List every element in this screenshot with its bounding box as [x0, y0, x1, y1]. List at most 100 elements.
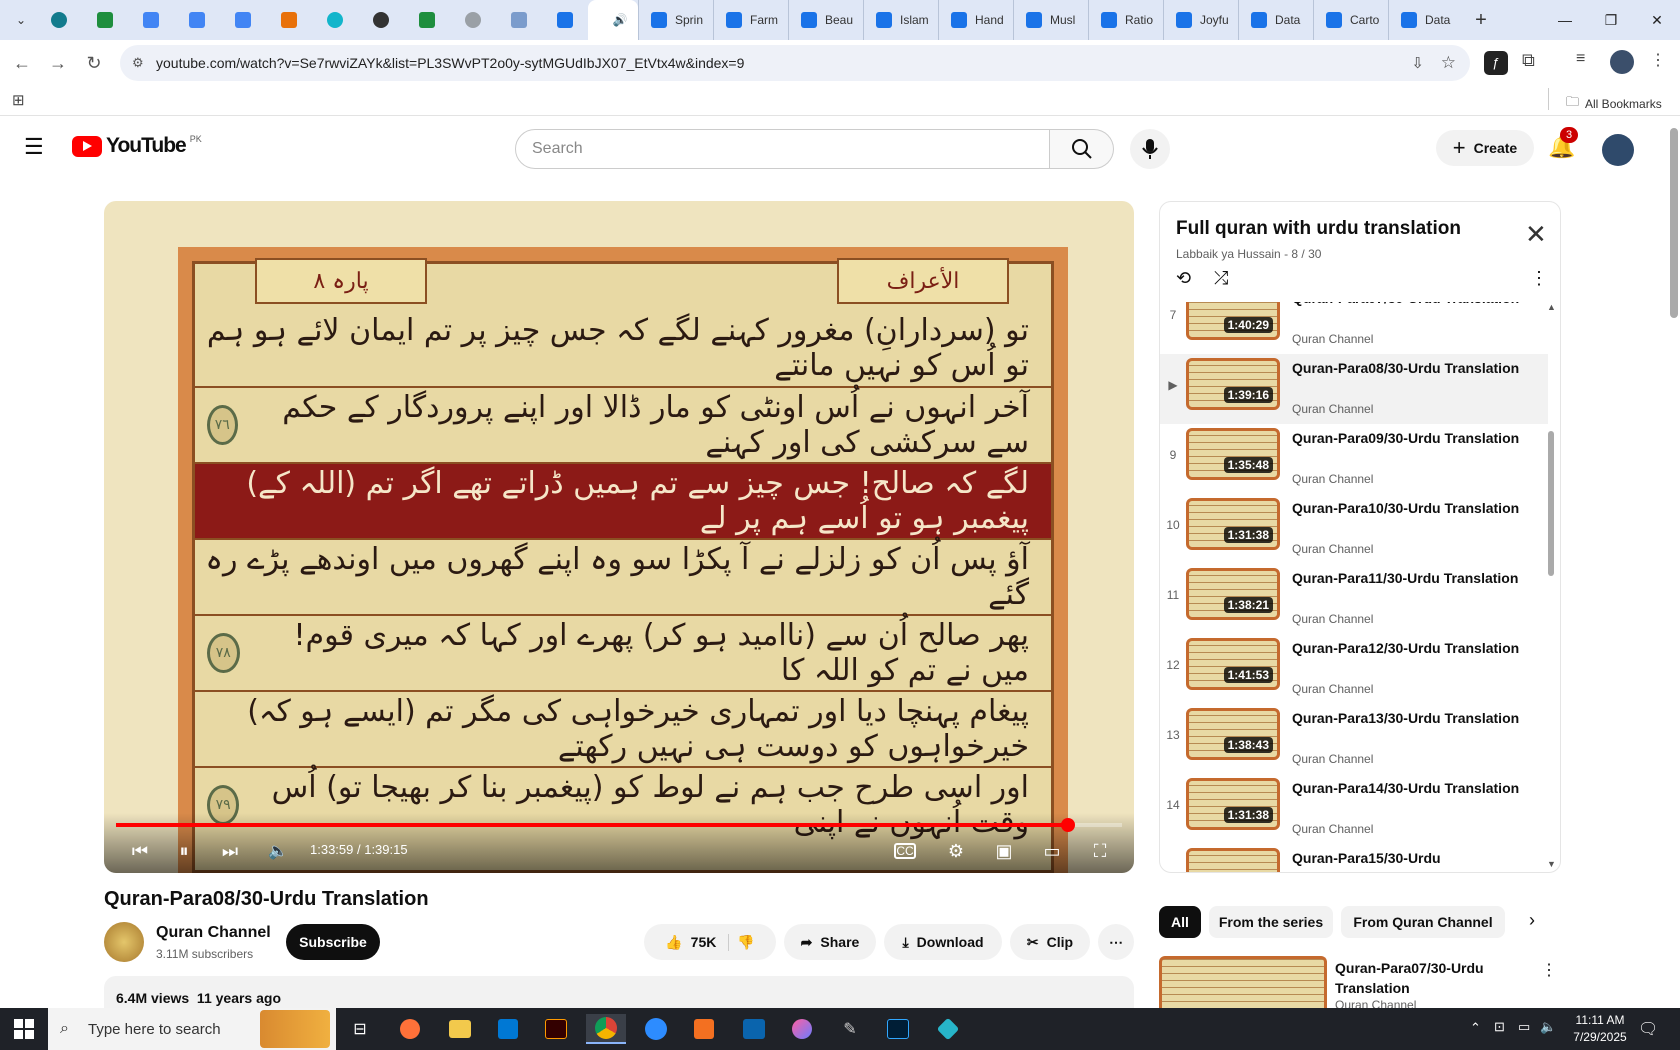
fullscreen-icon[interactable]: ⛶ — [1086, 837, 1114, 865]
like-button[interactable]: 👍 75K — [665, 933, 730, 951]
browser-tab[interactable]: Hand — [938, 0, 1013, 40]
next-video-icon[interactable]: ⏭ — [216, 837, 244, 865]
taskbar-search-input[interactable]: ⌕ Type here to search — [48, 1008, 336, 1050]
browser-tab[interactable]: Carto — [1313, 0, 1388, 40]
extension-icon[interactable]: ƒ — [1484, 51, 1508, 75]
theater-mode-icon[interactable]: ▭ — [1038, 837, 1066, 865]
recommended-title[interactable]: Quran-Para07/30-Urdu Translation — [1335, 958, 1535, 998]
playlist-item-title[interactable]: Quran-Para14/30-Urdu Translation — [1292, 778, 1532, 798]
playlist-item[interactable]: ▶ 1:39:16 Quran-Para08/30-Urdu Translation… — [1160, 354, 1548, 424]
playlist-item[interactable]: 12 1:41:53 Quran-Para12/30-Urdu Translatio… — [1160, 634, 1548, 704]
windows-start-icon[interactable] — [14, 1019, 34, 1039]
playlist-item[interactable]: 7 1:40:29 Quran-Para07/30-Urdu Translation… — [1160, 302, 1548, 354]
minimize-button[interactable]: — — [1542, 0, 1588, 40]
maximize-button[interactable]: ❐ — [1588, 0, 1634, 40]
illustrator-icon[interactable] — [536, 1014, 576, 1044]
playlist-item-title[interactable]: Quran-Para13/30-Urdu Translation — [1292, 708, 1532, 728]
playlist-item-thumbnail[interactable] — [1186, 848, 1280, 872]
pen-tool-icon[interactable]: ✎ — [830, 1014, 870, 1044]
pinned-tab-7[interactable] — [312, 0, 358, 40]
browser-tab[interactable]: Beau — [788, 0, 863, 40]
playlist-item-thumbnail[interactable]: 1:40:29 — [1186, 302, 1280, 340]
close-window-button[interactable]: ✕ — [1634, 0, 1680, 40]
scroll-down-icon[interactable]: ▼ — [1547, 859, 1556, 869]
tray-chevron-icon[interactable]: ⌃ — [1470, 1020, 1481, 1036]
captions-icon[interactable]: CC — [894, 843, 916, 859]
file-explorer-icon[interactable] — [440, 1014, 480, 1044]
browser-tab[interactable]: Data — [1238, 0, 1313, 40]
playlist-item-thumbnail[interactable]: 1:39:16 — [1186, 358, 1280, 410]
browser-tab[interactable]: Joyfu — [1163, 0, 1238, 40]
url-field[interactable]: ⚙ youtube.com/watch?v=Se7rwviZAYk&list=P… — [120, 45, 1470, 81]
profile-avatar[interactable] — [1610, 50, 1634, 74]
vscode-icon[interactable] — [488, 1014, 528, 1044]
browser-tab[interactable]: Data — [1388, 0, 1463, 40]
share-button[interactable]: ➦ Share — [784, 924, 876, 960]
search-button[interactable] — [1050, 129, 1114, 169]
page-scrollbar[interactable] — [1670, 128, 1678, 318]
forward-button[interactable]: → — [40, 45, 76, 81]
create-button[interactable]: + Create — [1436, 130, 1534, 166]
pinned-tab-5[interactable] — [220, 0, 266, 40]
channel-name[interactable]: Quran Channel — [156, 924, 271, 942]
pinned-tab-12[interactable] — [542, 0, 588, 40]
pinned-tab-3[interactable] — [128, 0, 174, 40]
playlist-item[interactable]: 9 1:35:48 Quran-Para09/30-Urdu Translation… — [1160, 424, 1548, 494]
playlist-item-title[interactable]: Quran-Para09/30-Urdu Translation — [1292, 428, 1532, 448]
volume-icon[interactable]: 🔈 — [264, 837, 292, 865]
chips-next-icon[interactable]: › — [1529, 910, 1535, 931]
chip-all[interactable]: All — [1159, 906, 1201, 938]
scroll-up-icon[interactable]: ▲ — [1547, 302, 1556, 312]
playlist-item[interactable]: 14 1:31:38 Quran-Para14/30-Urdu Translatio… — [1160, 774, 1548, 844]
playlist-item[interactable]: 11 1:38:21 Quran-Para11/30-Urdu Translatio… — [1160, 564, 1548, 634]
pinned-tab-10[interactable] — [450, 0, 496, 40]
playlist-item-thumbnail[interactable]: 1:41:53 — [1186, 638, 1280, 690]
browser-tab[interactable]: Farm — [713, 0, 788, 40]
back-button[interactable]: ← — [4, 45, 40, 81]
chip-from-channel[interactable]: From Quran Channel — [1341, 906, 1505, 938]
loop-icon[interactable]: ⟲ — [1176, 268, 1191, 289]
active-tab-audio-icon[interactable]: 🔊 — [588, 0, 638, 40]
playlist-item-title[interactable]: Quran-Para10/30-Urdu Translation — [1292, 498, 1532, 518]
playlist-menu-icon[interactable]: ⋮ — [1530, 268, 1548, 289]
playlist-item-thumbnail[interactable]: 1:38:43 — [1186, 708, 1280, 760]
playlist-item-thumbnail[interactable]: 1:35:48 — [1186, 428, 1280, 480]
browser-tab[interactable]: Sprin — [638, 0, 713, 40]
pinned-tab-2[interactable] — [82, 0, 128, 40]
recommended-menu-icon[interactable]: ⋮ — [1541, 960, 1557, 980]
previous-video-icon[interactable]: ⏮ — [126, 837, 154, 865]
reload-button[interactable]: ↻ — [76, 45, 112, 81]
pinned-tab-11[interactable] — [496, 0, 542, 40]
app-icon-orange[interactable] — [684, 1014, 724, 1044]
channel-avatar[interactable] — [104, 922, 144, 962]
recommended-video[interactable]: Quran-Para07/30-Urdu Translation Quran C… — [1159, 956, 1561, 1008]
shuffle-icon[interactable]: ⤮ — [1214, 268, 1228, 289]
subscribe-button[interactable]: Subscribe — [286, 924, 380, 960]
browser-tab[interactable]: Islam — [863, 0, 938, 40]
browser-tab[interactable]: Musl — [1013, 0, 1088, 40]
video-player[interactable]: پارہ ۸ الأعراف تو (سردارانِ) مغرور کہنے … — [104, 201, 1134, 873]
pinned-tab-4[interactable] — [174, 0, 220, 40]
firefox-icon[interactable] — [390, 1014, 430, 1044]
close-playlist-icon[interactable]: ✕ — [1525, 221, 1547, 247]
playlist-item-title[interactable]: Quran-Para11/30-Urdu Translation — [1292, 568, 1532, 588]
task-view-icon[interactable]: ⊟ — [340, 1014, 380, 1044]
search-input[interactable]: Search — [515, 129, 1050, 169]
user-avatar[interactable] — [1602, 134, 1634, 166]
taskbar-clock[interactable]: 11:11 AM 7/29/2025 — [1560, 1012, 1640, 1046]
zoom-app-icon[interactable] — [636, 1014, 676, 1044]
tray-network-icon[interactable]: ⊡ — [1494, 1019, 1505, 1035]
miniplayer-icon[interactable]: ▣ — [990, 837, 1018, 865]
extensions-puzzle-icon[interactable]: ⧉ — [1522, 50, 1535, 71]
site-info-icon[interactable]: ⚙ — [132, 55, 144, 71]
more-actions-icon[interactable]: ⋯ — [1098, 924, 1134, 960]
pinned-tab-1[interactable] — [36, 0, 82, 40]
new-tab-button[interactable]: + — [1463, 9, 1499, 32]
tab-search-chevron-icon[interactable]: ⌄ — [6, 6, 36, 34]
install-app-icon[interactable]: ⇩ — [1411, 54, 1424, 72]
chrome-icon[interactable] — [586, 1014, 626, 1044]
playlist-item-thumbnail[interactable]: 1:38:21 — [1186, 568, 1280, 620]
progress-bar[interactable] — [116, 818, 1122, 832]
recommended-thumbnail[interactable] — [1159, 956, 1327, 1008]
playlist-item-title[interactable]: Quran-Para12/30-Urdu Translation — [1292, 638, 1532, 658]
